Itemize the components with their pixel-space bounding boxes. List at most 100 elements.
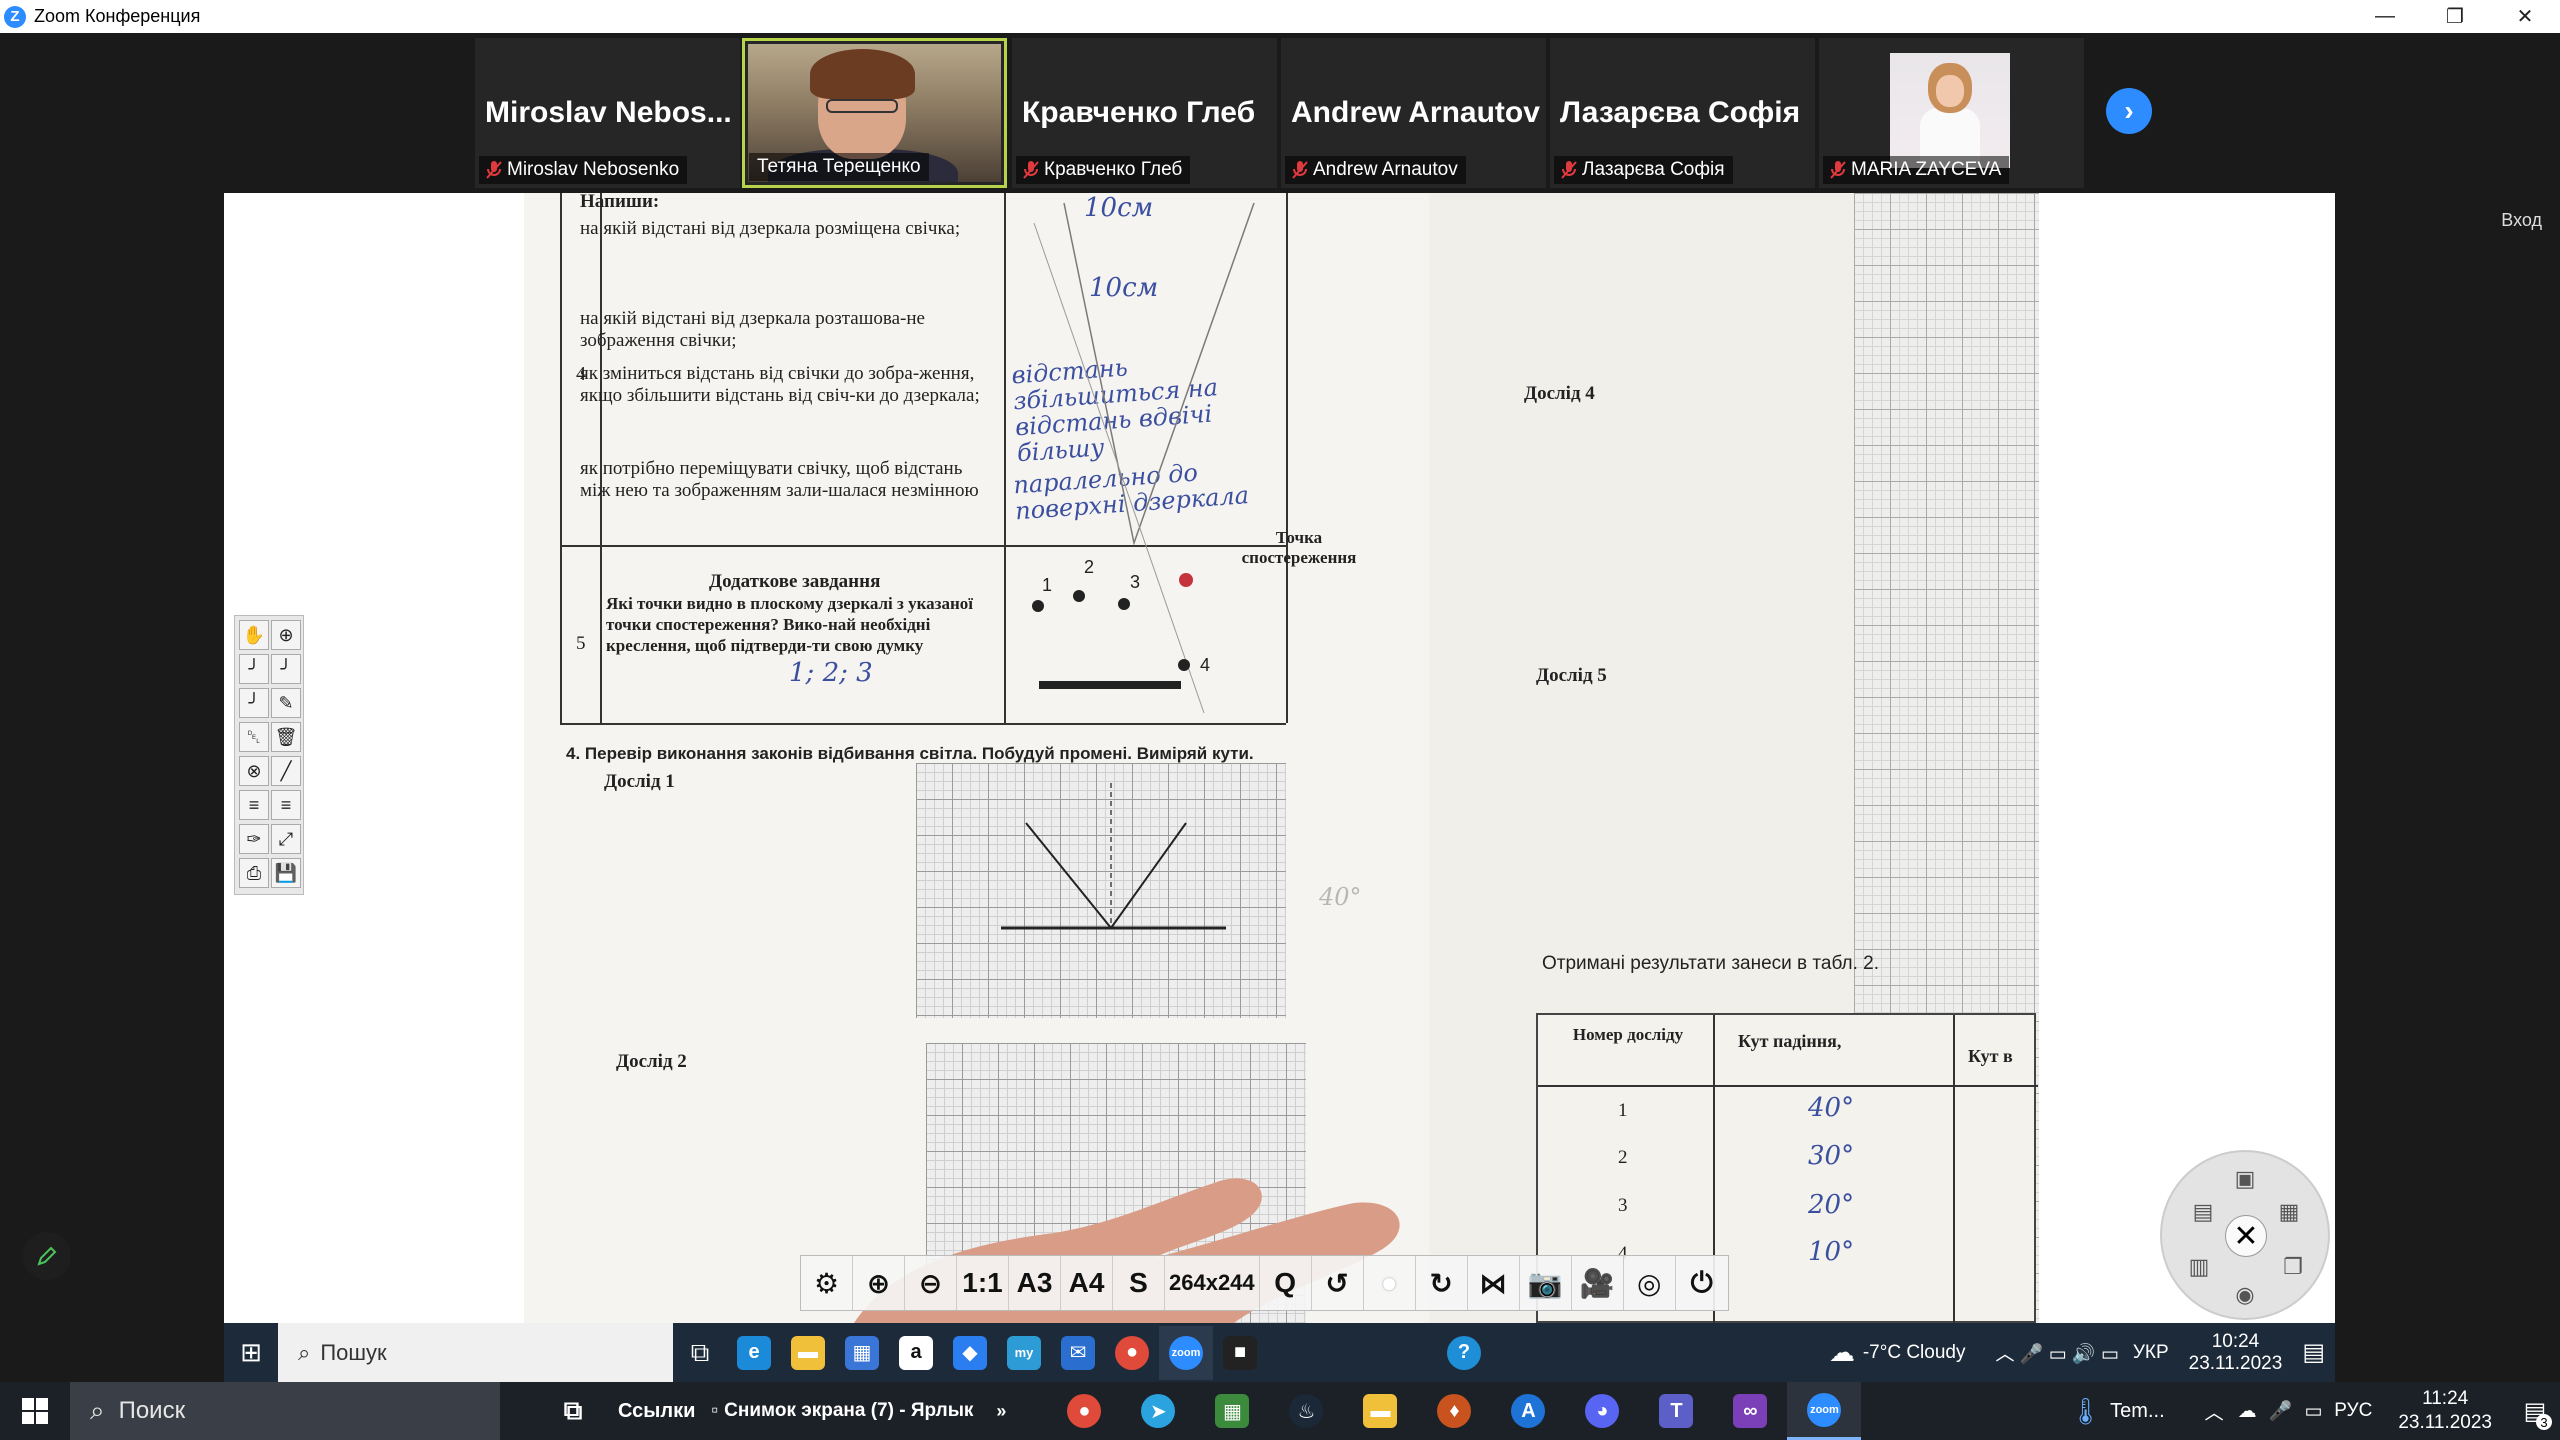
mirror-icon[interactable]: ⋈ <box>1468 1256 1520 1310</box>
tray-overflow-icon[interactable]: ︿ <box>2205 1398 2224 1425</box>
links-toolbar[interactable]: Ссылки <box>610 1382 703 1440</box>
s-button[interactable]: S <box>1113 1256 1165 1310</box>
visual-studio-icon[interactable]: ∞ <box>1713 1382 1787 1440</box>
brush-icon[interactable]: ✎ <box>271 688 301 718</box>
actual-size-button[interactable]: 1:1 <box>957 1256 1009 1310</box>
rotate-right-icon[interactable]: ↻ <box>1416 1256 1468 1310</box>
video-icon[interactable]: ■ <box>1213 1326 1267 1380</box>
resolution-button[interactable]: 264x244 <box>1165 1256 1260 1310</box>
page-icon[interactable]: ▥ <box>2184 1252 2214 1282</box>
maximize-button[interactable]: ❐ <box>2420 0 2490 33</box>
participant-tile-active[interactable]: Тетяна Терещенко <box>742 38 1007 188</box>
windows-start-button[interactable] <box>0 1382 70 1440</box>
eyedropper-icon[interactable]: ✑ <box>239 824 269 854</box>
microphone-icon[interactable]: 🎤 <box>2269 1399 2293 1423</box>
eraser-icon[interactable]: ␡ <box>239 722 269 752</box>
taskbar-search[interactable]: ⌕ Поиск <box>70 1382 500 1440</box>
spreadsheet-app-icon[interactable]: ▦ <box>1195 1382 1269 1440</box>
taskbar-clock[interactable]: 11:24 23.11.2023 <box>2380 1387 2510 1435</box>
target-icon[interactable]: ⊕ <box>271 620 301 650</box>
thin-line-icon[interactable]: ≡ <box>271 790 301 820</box>
notifications-icon[interactable]: ▤ <box>2302 1338 2325 1367</box>
rotate-left-icon[interactable]: ↺ <box>1312 1256 1364 1310</box>
steam-icon[interactable]: ♨ <box>1269 1382 1343 1440</box>
close-menu-icon[interactable]: ✕ <box>2225 1215 2267 1257</box>
radial-menu: ▣ ▤ ▦ ▥ ❐ ◉ ✕ <box>2160 1150 2330 1320</box>
clear-icon[interactable]: ⊗ <box>239 756 269 786</box>
experiment-1-label: Дослід 1 <box>604 771 675 792</box>
webcam-icon[interactable]: ◎ <box>1624 1256 1676 1310</box>
box-icon[interactable]: ▣ <box>2230 1164 2260 1194</box>
minimize-button[interactable]: — <box>2350 0 2420 33</box>
participant-tile[interactable]: Лазарєва Софія Лазарєва Софія <box>1550 38 1815 188</box>
settings-icon[interactable]: ⚙ <box>801 1256 853 1310</box>
video-record-icon[interactable]: 🎥 <box>1572 1256 1624 1310</box>
trash-icon[interactable]: 🗑 <box>271 722 301 752</box>
zoom-out-icon[interactable]: ⊖ <box>905 1256 957 1310</box>
pen-icon[interactable]: ╯ <box>239 654 269 684</box>
a3-button[interactable]: A3 <box>1009 1256 1061 1310</box>
chrome-icon[interactable]: ● <box>1105 1326 1159 1380</box>
mylo-icon[interactable]: my <box>997 1326 1051 1380</box>
line-icon[interactable]: ╱ <box>271 756 301 786</box>
amazon-icon[interactable]: a <box>889 1326 943 1380</box>
telegram-icon[interactable]: ➤ <box>1121 1382 1195 1440</box>
q-button[interactable]: Q <box>1260 1256 1312 1310</box>
mail-icon[interactable]: ✉ <box>1051 1326 1105 1380</box>
pen-alt-icon[interactable]: ╯ <box>271 654 301 684</box>
participant-tile[interactable]: Miroslav Nebos... Miroslav Nebosenko <box>475 38 740 188</box>
language-indicator[interactable]: РУС <box>2334 1400 2372 1422</box>
file-explorer-icon[interactable]: ▬ <box>1343 1382 1417 1440</box>
hand-icon[interactable]: ✋ <box>239 620 269 650</box>
task-view-icon[interactable]: ⧉ <box>536 1382 610 1440</box>
close-button[interactable]: ✕ <box>2490 0 2560 33</box>
participant-tile[interactable]: Кравченко Глеб Кравченко Глеб <box>1012 38 1277 188</box>
zoom-in-icon[interactable]: ⊕ <box>853 1256 905 1310</box>
sign-in-label[interactable]: Вход <box>2501 210 2542 231</box>
zoom-taskbar-icon[interactable]: zoom <box>1787 1382 1862 1440</box>
shortcut-item[interactable]: ▫ Снимок экрана (7) - Ярлык <box>703 1382 981 1440</box>
temperature-app-icon[interactable]: 🌡 <box>2069 1396 2102 1427</box>
teams-icon[interactable]: T <box>1639 1382 1713 1440</box>
capture-icon[interactable]: ● <box>1364 1256 1416 1310</box>
participant-tile[interactable]: Andrew Arnautov Andrew Arnautov <box>1281 38 1546 188</box>
save-icon[interactable]: 💾 <box>271 858 301 888</box>
camera-icon[interactable]: 📷 <box>1520 1256 1572 1310</box>
language-indicator[interactable]: УКР <box>2133 1342 2169 1364</box>
cloud-icon[interactable]: ☁ <box>2238 1400 2257 1423</box>
window-icon[interactable]: ❐ <box>2278 1252 2308 1282</box>
dropbox-icon[interactable]: ◆ <box>943 1326 997 1380</box>
windows-start-icon[interactable]: ⊞ <box>224 1326 278 1380</box>
print-icon[interactable]: ⎙ <box>239 858 269 888</box>
toolbar-overflow-icon[interactable]: » <box>981 1382 1021 1440</box>
temperature-app-label[interactable]: Tem... <box>2110 1400 2164 1423</box>
weather-text[interactable]: -7°C Cloudy <box>1863 1342 1966 1364</box>
monitor-icon[interactable]: ▦ <box>2274 1197 2304 1227</box>
game-icon[interactable]: ♦ <box>1417 1382 1491 1440</box>
next-page-button[interactable]: › <box>2106 88 2152 134</box>
edge-icon[interactable]: e <box>727 1326 781 1380</box>
remote-search-box[interactable]: ⌕ Пошук <box>278 1323 673 1382</box>
a4-button[interactable]: A4 <box>1061 1256 1113 1310</box>
window-title: Zoom Конференция <box>34 6 201 26</box>
camera-icon[interactable]: ◉ <box>2230 1280 2260 1310</box>
zoom-icon[interactable]: zoom <box>1159 1325 1213 1380</box>
app-store-icon[interactable]: A <box>1491 1382 1565 1440</box>
store-icon[interactable]: ▦ <box>835 1326 889 1380</box>
participant-tile[interactable]: MARIA ZAYCEVA <box>1819 38 2084 188</box>
help-icon[interactable]: ? <box>1437 1326 1491 1380</box>
tray-icons[interactable]: ︿ 🎤 ▭ 🔊 ▭ <box>1995 1339 2118 1366</box>
discord-icon[interactable]: ◕ <box>1565 1382 1639 1440</box>
explorer-icon[interactable]: ▬ <box>781 1326 835 1380</box>
remote-clock[interactable]: 10:24 23.11.2023 <box>2189 1331 2283 1375</box>
notifications-button[interactable]: ▤ 3 <box>2510 1382 2560 1440</box>
power-icon[interactable]: ⏻ <box>1676 1256 1728 1310</box>
annotate-button[interactable] <box>23 1232 71 1280</box>
task-view-icon[interactable]: ⧉ <box>673 1326 727 1380</box>
network-icon[interactable]: ▭ <box>2304 1400 2322 1423</box>
chrome-icon[interactable]: ● <box>1047 1382 1121 1440</box>
document-icon[interactable]: ▤ <box>2188 1197 2218 1227</box>
marker-icon[interactable]: ╯ <box>239 688 269 718</box>
fullscreen-icon[interactable]: ⤢ <box>271 824 301 854</box>
thick-line-icon[interactable]: ≡ <box>239 790 269 820</box>
